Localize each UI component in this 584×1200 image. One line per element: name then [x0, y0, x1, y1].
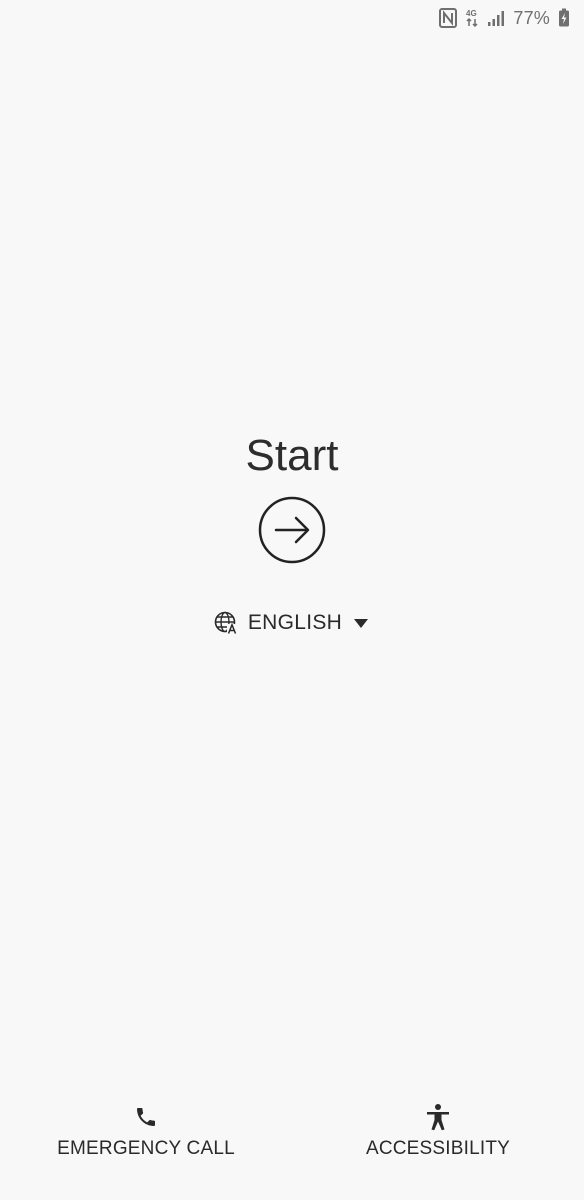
accessibility-label: ACCESSIBILITY [365, 1138, 511, 1159]
language-selector[interactable]: ENGLISH [0, 606, 584, 640]
dropdown-triangle-icon [352, 616, 370, 630]
emergency-call-label: EMERGENCY CALL [57, 1138, 235, 1159]
nfc-icon [439, 8, 458, 28]
status-bar: 4G 77% [439, 6, 570, 30]
accessibility-icon [425, 1100, 451, 1134]
battery-percent: 77% [513, 8, 550, 28]
arrow-right-circle-icon [258, 496, 326, 564]
signal-icon [487, 9, 505, 27]
svg-text:4G: 4G [466, 9, 477, 18]
data-icon: 4G [465, 8, 479, 28]
emergency-call-button[interactable]: EMERGENCY CALL [26, 1100, 266, 1160]
start-button[interactable] [258, 496, 326, 564]
start-title: Start [245, 431, 339, 480]
language-label: ENGLISH [247, 611, 343, 634]
battery-icon [558, 8, 570, 28]
phone-icon [134, 1100, 158, 1134]
globe-language-icon [214, 611, 238, 635]
accessibility-button[interactable]: ACCESSIBILITY [318, 1100, 558, 1160]
